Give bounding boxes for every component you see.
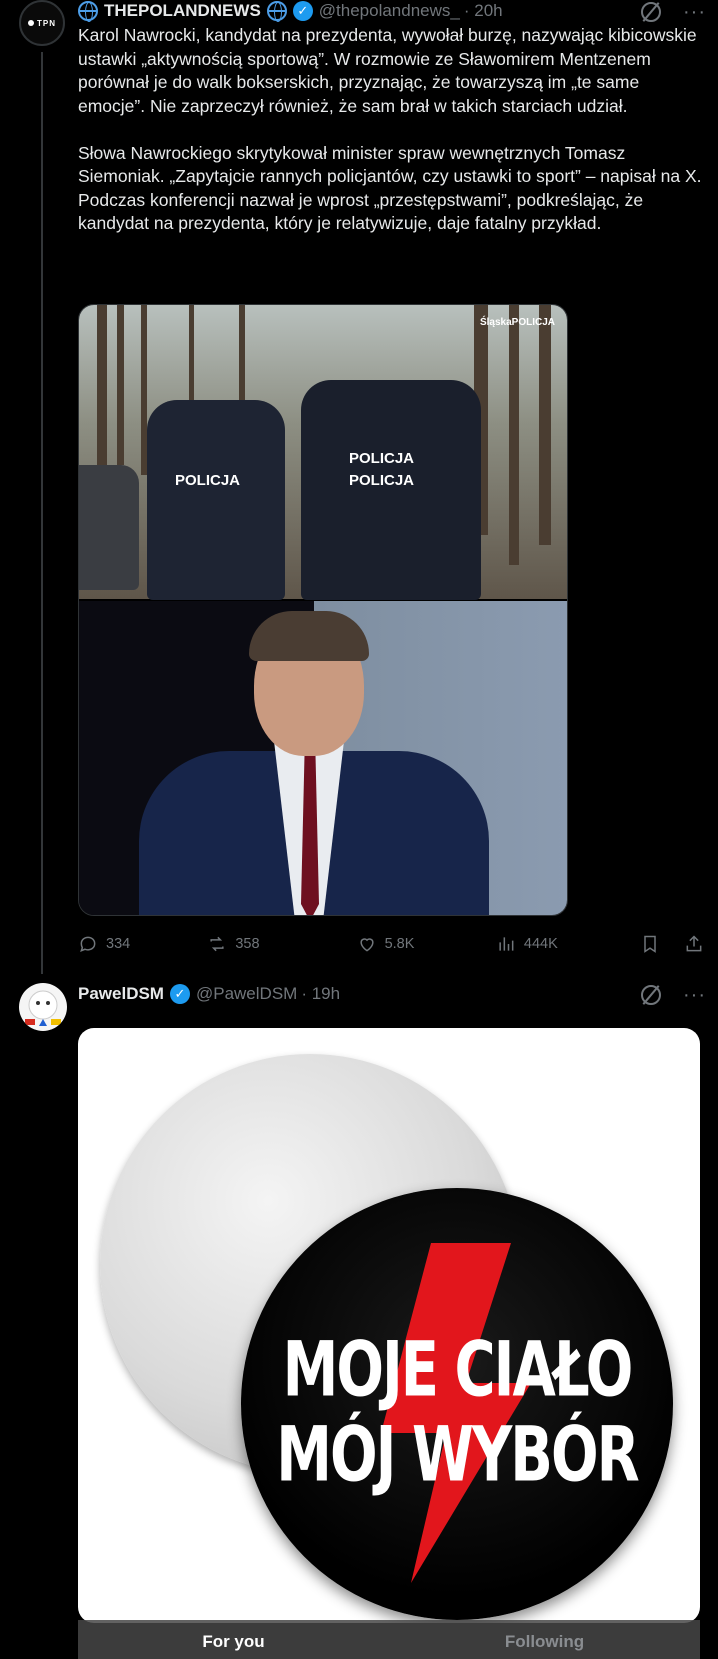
share-button[interactable] xyxy=(684,934,704,954)
avatar-dot-icon xyxy=(28,20,34,26)
officer-left: POLICJA xyxy=(147,400,285,600)
badge-line-2: MÓJ WYBÓR xyxy=(276,1411,639,1500)
like-count: 5.8K xyxy=(384,936,415,952)
globe-icon xyxy=(266,1,287,22)
reply-icon xyxy=(80,936,96,952)
like-button[interactable]: 5.8K xyxy=(357,934,496,954)
car xyxy=(79,465,139,590)
user-handle[interactable]: @thepolandnews_ xyxy=(319,1,460,21)
photo-watermark: ŚląskaPOLICJA xyxy=(479,317,555,328)
police-photo[interactable]: POLICJA POLICJA POLICJA ŚląskaPOLICJA xyxy=(79,305,567,600)
tab-following[interactable]: Following xyxy=(389,1620,700,1659)
reply-count: 334 xyxy=(106,936,131,952)
repost-button[interactable]: 358 xyxy=(207,934,356,954)
tweet-media[interactable]: POLICJA POLICJA POLICJA ŚląskaPOLICJA xyxy=(78,304,568,916)
tab-for-you[interactable]: For you xyxy=(78,1620,389,1659)
timeline-tabs: For you Following xyxy=(78,1620,700,1659)
user-handle[interactable]: @PawelDSM xyxy=(196,984,297,1004)
tweet-media[interactable]: MOJE CIAŁO MÓJ WYBÓR xyxy=(78,1028,700,1623)
tweet-header: THEPOLANDNEWS ✓ @thepolandnews_ · 20h xyxy=(78,1,503,22)
display-name[interactable]: THEPOLANDNEWS xyxy=(104,1,261,21)
views-count: 444K xyxy=(523,936,558,952)
black-badge: MOJE CIAŁO MÓJ WYBÓR xyxy=(241,1188,673,1620)
repost-icon xyxy=(210,936,224,952)
man-hair xyxy=(249,611,369,661)
repost-count: 358 xyxy=(235,936,260,952)
globe-icon xyxy=(78,1,98,22)
reply-button[interactable]: 334 xyxy=(78,934,207,954)
minister-photo[interactable] xyxy=(79,601,567,915)
tweet-text: Karol Nawrocki, kandydat na prezydenta, … xyxy=(78,25,702,233)
badge-line-1: MOJE CIAŁO xyxy=(282,1326,634,1415)
verified-badge-icon[interactable]: ✓ xyxy=(292,1,313,21)
avatar-text: TPN xyxy=(37,18,56,28)
views-icon xyxy=(499,937,514,951)
avatar-cartoon-icon xyxy=(25,990,61,1026)
avatar[interactable] xyxy=(19,983,67,1031)
verified-badge-icon[interactable]: ✓ xyxy=(169,984,190,1004)
heart-icon xyxy=(360,938,374,952)
grok-icon[interactable] xyxy=(641,985,661,1005)
share-icon xyxy=(686,935,702,952)
tweet-actions-bar: 334 358 5.8K 444K xyxy=(78,934,704,954)
views-button[interactable]: 444K xyxy=(496,934,640,954)
thread-connector-line xyxy=(41,52,43,974)
tweet-header: PawelDSM ✓ @PawelDSM · 19h xyxy=(78,984,340,1004)
more-icon[interactable]: ··· xyxy=(683,2,706,22)
tweet-time[interactable]: · 19h xyxy=(301,984,340,1004)
grok-icon[interactable] xyxy=(641,2,661,22)
tweet-top-actions: ··· xyxy=(641,2,706,22)
bookmark-button[interactable] xyxy=(640,934,670,954)
officer-right: POLICJA POLICJA xyxy=(301,380,481,600)
tweet-top-actions: ··· xyxy=(641,985,706,1005)
display-name[interactable]: PawelDSM xyxy=(78,984,164,1004)
tweet-time[interactable]: · 20h xyxy=(464,1,503,21)
bookmark-icon xyxy=(644,935,656,953)
more-icon[interactable]: ··· xyxy=(683,985,706,1005)
avatar[interactable]: TPN xyxy=(19,0,65,46)
